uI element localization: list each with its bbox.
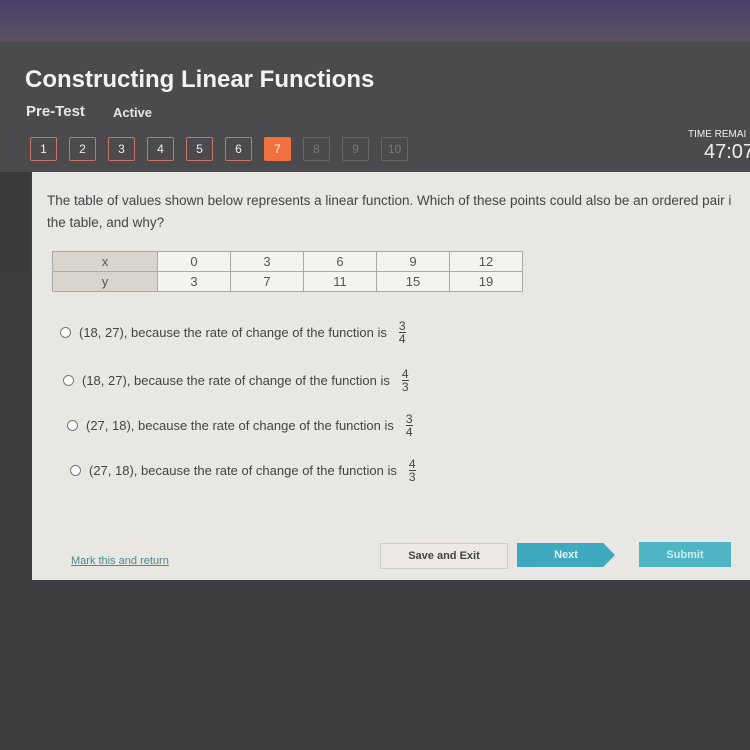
table-cell: 12 (449, 251, 523, 272)
table-row: y 3 7 11 15 19 (52, 271, 523, 292)
option-text: (18, 27), because the rate of change of … (82, 373, 390, 388)
question-4-button[interactable]: 4 (147, 137, 174, 161)
table-cell: 9 (376, 251, 450, 272)
denominator: 3 (408, 470, 416, 484)
question-3-button[interactable]: 3 (108, 137, 135, 161)
status-label: Active (113, 105, 153, 120)
question-1-button[interactable]: 1 (30, 137, 57, 161)
table-cell: 7 (230, 271, 304, 292)
denominator: 4 (398, 332, 406, 346)
table-cell: 11 (303, 271, 377, 292)
radio-button[interactable] (67, 420, 78, 431)
tool-sidebar (0, 172, 30, 272)
time-remaining-label: TIME REMAI (688, 129, 747, 140)
option-text: (27, 18), because the rate of change of … (86, 418, 394, 433)
answer-option[interactable]: (27, 18), because the rate of change of … (67, 413, 413, 438)
save-exit-button[interactable]: Save and Exit (380, 543, 508, 569)
x-header: x (52, 251, 158, 272)
table-cell: 3 (157, 271, 231, 292)
mark-and-return-link[interactable]: Mark this and return (71, 555, 169, 567)
fraction: 43 (401, 368, 409, 394)
table-cell: 3 (230, 251, 304, 272)
denominator: 4 (405, 425, 413, 439)
option-text: (18, 27), because the rate of change of … (79, 325, 387, 340)
top-band (0, 0, 750, 42)
question-10-button[interactable]: 10 (381, 137, 408, 161)
table-row: x 0 3 6 9 12 (52, 251, 523, 272)
fraction: 34 (398, 320, 406, 346)
question-8-button[interactable]: 8 (303, 137, 330, 161)
answer-option[interactable]: (18, 27), because the rate of change of … (63, 368, 409, 393)
denominator: 3 (401, 380, 409, 394)
question-nav: 1 2 3 4 5 6 7 8 9 10 (30, 137, 408, 161)
answer-option[interactable]: (27, 18), because the rate of change of … (70, 458, 416, 483)
option-text: (27, 18), because the rate of change of … (89, 463, 397, 478)
table-cell: 0 (157, 251, 231, 272)
question-text: The table of values shown below represen… (47, 193, 732, 230)
answer-option[interactable]: (18, 27), because the rate of change of … (60, 320, 406, 345)
fraction: 43 (408, 458, 416, 484)
question-9-button[interactable]: 9 (342, 137, 369, 161)
table-cell: 19 (449, 271, 523, 292)
values-table: x 0 3 6 9 12 y 3 7 11 15 19 (52, 251, 523, 292)
mode-label: Pre-Test (26, 103, 85, 120)
question-5-button[interactable]: 5 (186, 137, 213, 161)
question-6-button[interactable]: 6 (225, 137, 252, 161)
radio-button[interactable] (60, 327, 71, 338)
page-title: Constructing Linear Functions (25, 66, 375, 93)
next-button[interactable]: Next (517, 543, 615, 567)
question-2-button[interactable]: 2 (69, 137, 96, 161)
y-header: y (52, 271, 158, 292)
radio-button[interactable] (63, 375, 74, 386)
submit-button[interactable]: Submit (639, 542, 731, 567)
table-cell: 15 (376, 271, 450, 292)
radio-button[interactable] (70, 465, 81, 476)
fraction: 34 (405, 413, 413, 439)
table-cell: 6 (303, 251, 377, 272)
timer: 47:07 (704, 141, 750, 163)
question-7-button[interactable]: 7 (264, 137, 291, 161)
